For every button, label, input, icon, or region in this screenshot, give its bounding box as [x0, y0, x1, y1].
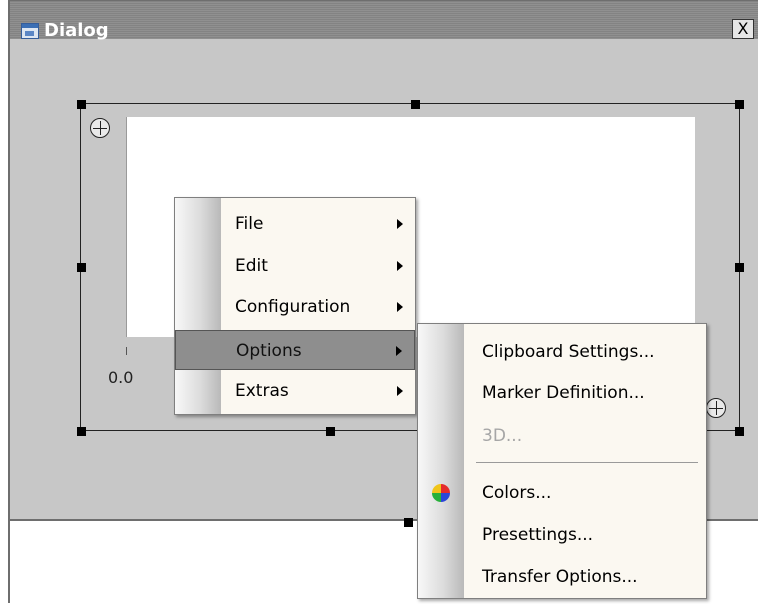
submenu-arrow-icon	[397, 302, 403, 312]
menu-item-colors[interactable]: Colors...	[418, 473, 706, 513]
menu-item-label: File	[235, 214, 264, 234]
menu-separator	[476, 462, 698, 463]
submenu-arrow-icon	[397, 386, 403, 396]
resize-handle-bottom-right[interactable]	[735, 427, 744, 436]
resize-handle-bottom-left[interactable]	[77, 427, 86, 436]
window-app-icon	[21, 23, 39, 39]
resize-handle-left[interactable]	[77, 263, 86, 272]
menu-item-label: Transfer Options...	[482, 567, 638, 587]
x-axis-tick	[126, 347, 127, 355]
submenu-arrow-icon	[397, 261, 403, 271]
menu-item-3d: 3D...	[418, 416, 706, 456]
move-icon[interactable]	[706, 398, 726, 418]
menu-item-file[interactable]: File	[175, 204, 415, 244]
menu-item-transfer-options[interactable]: Transfer Options...	[418, 557, 706, 597]
menu-item-options[interactable]: Options	[175, 330, 415, 370]
title-bar[interactable]: Dialog X	[10, 1, 758, 41]
menu-item-label: Options	[236, 341, 302, 361]
resize-handle-top-left[interactable]	[77, 100, 86, 109]
menu-item-label: Clipboard Settings...	[482, 342, 655, 362]
menu-item-clipboard-settings[interactable]: Clipboard Settings...	[418, 332, 706, 372]
submenu-arrow-icon	[396, 346, 402, 356]
options-submenu: Clipboard Settings... Marker Definition.…	[417, 323, 707, 599]
menu-item-label: Extras	[235, 381, 289, 401]
menu-item-label: Marker Definition...	[482, 383, 645, 403]
resize-handle-right[interactable]	[735, 263, 744, 272]
menu-item-presettings[interactable]: Presettings...	[418, 515, 706, 555]
menu-item-marker-definition[interactable]: Marker Definition...	[418, 373, 706, 413]
resize-handle-top-right[interactable]	[735, 100, 744, 109]
menu-item-configuration[interactable]: Configuration	[175, 287, 415, 327]
move-icon[interactable]	[90, 118, 110, 138]
menu-item-label: Presettings...	[482, 525, 594, 545]
close-button[interactable]: X	[732, 19, 754, 39]
menu-item-label: 3D...	[482, 426, 523, 446]
resize-handle-lower-panel[interactable]	[404, 518, 413, 527]
window-title: Dialog	[44, 20, 109, 41]
x-axis-tick-label: 0.0	[108, 368, 134, 387]
resize-handle-bottom[interactable]	[326, 427, 335, 436]
menu-item-label: Configuration	[235, 297, 351, 317]
submenu-arrow-icon	[397, 219, 403, 229]
menu-item-label: Edit	[235, 256, 268, 276]
context-menu: File Edit Configuration Options Extras	[174, 197, 416, 415]
menu-item-label: Colors...	[482, 483, 552, 503]
menu-item-edit[interactable]: Edit	[175, 246, 415, 286]
color-wheel-icon	[432, 484, 450, 502]
resize-handle-top[interactable]	[411, 100, 420, 109]
menu-item-extras[interactable]: Extras	[175, 371, 415, 411]
